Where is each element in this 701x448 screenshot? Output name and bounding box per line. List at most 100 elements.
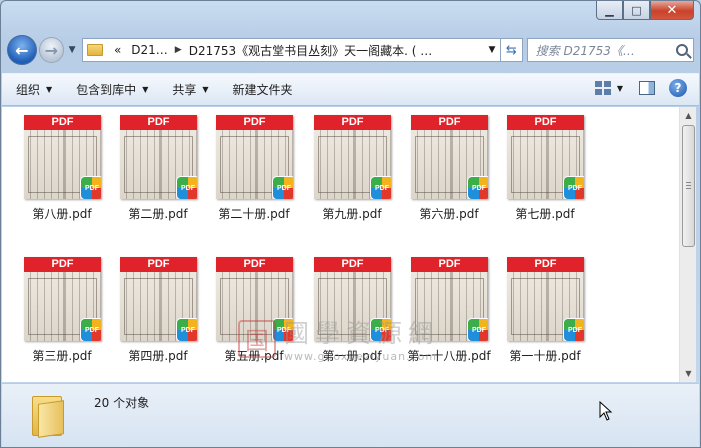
new-folder-label: 新建文件夹 [232,83,293,97]
share-menu[interactable]: 共享 ▼ [172,81,208,98]
pdf-label: PDF [216,115,293,130]
vertical-scrollbar[interactable]: ▲ ▼ [679,107,696,382]
caption-buttons: ▁ □ ✕ [596,1,694,20]
pdf-app-icon: PDF [273,319,293,341]
pdf-app-icon: PDF [564,319,584,341]
new-folder-button[interactable]: 新建文件夹 [233,81,293,98]
file-name: 第二册.pdf [128,207,188,221]
file-item[interactable]: PDF PDF 第二十册.pdf [206,107,302,233]
chevron-down-icon: ▼ [142,85,149,94]
file-list-pane[interactable]: PDF PDF 第八册.pdf PDF PDF 第二册.pdf PDF PDF 第二十册.pdf… [2,107,679,382]
pdf-label: PDF [24,115,101,130]
scroll-thumb[interactable] [682,125,695,247]
file-item[interactable]: PDF PDF 第六册.pdf [401,107,497,233]
pdf-app-icon: PDF [371,177,391,199]
file-name: 第二十册.pdf [218,207,290,221]
file-item[interactable]: PDF PDF 第一十册.pdf [497,249,593,375]
pdf-label: PDF [411,115,488,130]
pdf-thumbnail: PDF PDF [411,115,488,199]
pdf-thumbnail: PDF PDF [216,115,293,199]
close-button[interactable]: ✕ [650,1,694,20]
organize-menu[interactable]: 组织 ▼ [16,81,52,98]
arrow-left-icon: ← [15,40,29,60]
search-icon[interactable] [676,44,688,56]
toolbar-right: ▼ ? [594,79,687,97]
folder-icon [86,44,103,56]
scroll-down-arrow[interactable]: ▼ [680,365,697,382]
pdf-app-icon: PDF [468,177,488,199]
file-name: 第四册.pdf [128,349,188,363]
file-item[interactable]: PDF PDF 第七册.pdf [497,107,593,233]
pdf-label: PDF [120,257,197,272]
file-item[interactable]: PDF PDF 第一册.pdf [304,249,400,375]
item-count: 20 个对象 [94,396,150,410]
file-name: 第九册.pdf [322,207,382,221]
preview-pane-icon[interactable] [639,81,655,95]
chevron-down-icon[interactable]: ▼ [484,45,500,55]
recent-pages-dropdown[interactable]: ▼ [66,45,78,55]
pdf-thumbnail: PDF PDF [24,257,101,341]
pdf-app-icon: PDF [564,177,584,199]
view-options-dropdown[interactable]: ▼ [617,84,623,93]
share-label: 共享 [172,83,197,97]
file-item[interactable]: PDF PDF 第三册.pdf [14,249,110,375]
file-item[interactable]: PDF PDF 第二册.pdf [110,107,206,233]
include-in-library-menu[interactable]: 包含到库中 ▼ [76,81,148,98]
refresh-icon: ⇆ [505,42,517,58]
pdf-thumbnail: PDF PDF [314,115,391,199]
pdf-app-icon: PDF [177,177,197,199]
file-name: 第八册.pdf [32,207,92,221]
pdf-label: PDF [24,257,101,272]
mouse-cursor-icon [599,401,613,421]
organize-label: 组织 [16,83,41,97]
pdf-label: PDF [507,115,584,130]
address-row: ← → ▼ « D21… ▶ D21753《观古堂书目丛刻》天一阁藏本. ( …… [7,35,694,65]
minimize-button[interactable]: ▁ [596,1,623,20]
file-name: 第七册.pdf [515,207,575,221]
refresh-button[interactable]: ⇆ [500,38,523,62]
pdf-app-icon: PDF [468,319,488,341]
file-item[interactable]: PDF PDF 第八册.pdf [14,107,110,233]
file-name: 第五册.pdf [224,349,284,363]
breadcrumb-current[interactable]: D21753《观古堂书目丛刻》天一阁藏本. ( … [184,42,438,59]
pdf-label: PDF [216,257,293,272]
pdf-thumbnail: PDF PDF [120,115,197,199]
include-library-label: 包含到库中 [76,83,137,97]
pdf-thumbnail: PDF PDF [216,257,293,341]
search-placeholder: 搜索 D21753《… [535,43,635,58]
help-icon[interactable]: ? [669,79,687,97]
pdf-app-icon: PDF [81,177,101,199]
file-name: 第一十册.pdf [509,349,581,363]
forward-button[interactable]: → [38,37,65,63]
chevron-down-icon: ▼ [202,85,209,94]
file-name: 第一册.pdf [322,349,382,363]
file-item[interactable]: PDF PDF 第一十八册.pdf [401,249,497,375]
pdf-app-icon: PDF [177,319,197,341]
breadcrumb-overflow[interactable]: « [109,43,126,57]
file-name: 第一十八册.pdf [407,349,491,363]
pdf-app-icon: PDF [81,319,101,341]
pdf-label: PDF [507,257,584,272]
pdf-label: PDF [314,257,391,272]
details-pane: 20 个对象 [2,383,699,447]
chevron-right-icon[interactable]: ▶ [173,45,184,55]
file-item[interactable]: PDF PDF 第五册.pdf [206,249,302,375]
change-view-icon[interactable] [594,81,611,95]
file-item[interactable]: PDF PDF 第九册.pdf [304,107,400,233]
breadcrumb-parent[interactable]: D21… [126,43,173,57]
pdf-thumbnail: PDF PDF [411,257,488,341]
chevron-down-icon: ▼ [46,85,53,94]
maximize-button[interactable]: □ [623,1,650,20]
scroll-up-arrow[interactable]: ▲ [680,107,697,124]
search-input[interactable]: 搜索 D21753《… [526,38,694,62]
file-name: 第三册.pdf [32,349,92,363]
pdf-thumbnail: PDF PDF [314,257,391,341]
pdf-thumbnail: PDF PDF [24,115,101,199]
folder-icon [32,396,64,438]
command-bar: 组织 ▼ 包含到库中 ▼ 共享 ▼ 新建文件夹 ▼ ? [2,73,699,106]
address-bar[interactable]: « D21… ▶ D21753《观古堂书目丛刻》天一阁藏本. ( … ▼ [81,38,501,62]
file-item[interactable]: PDF PDF 第四册.pdf [110,249,206,375]
arrow-right-icon: → [44,40,59,60]
pdf-label: PDF [120,115,197,130]
back-button[interactable]: ← [7,35,37,65]
